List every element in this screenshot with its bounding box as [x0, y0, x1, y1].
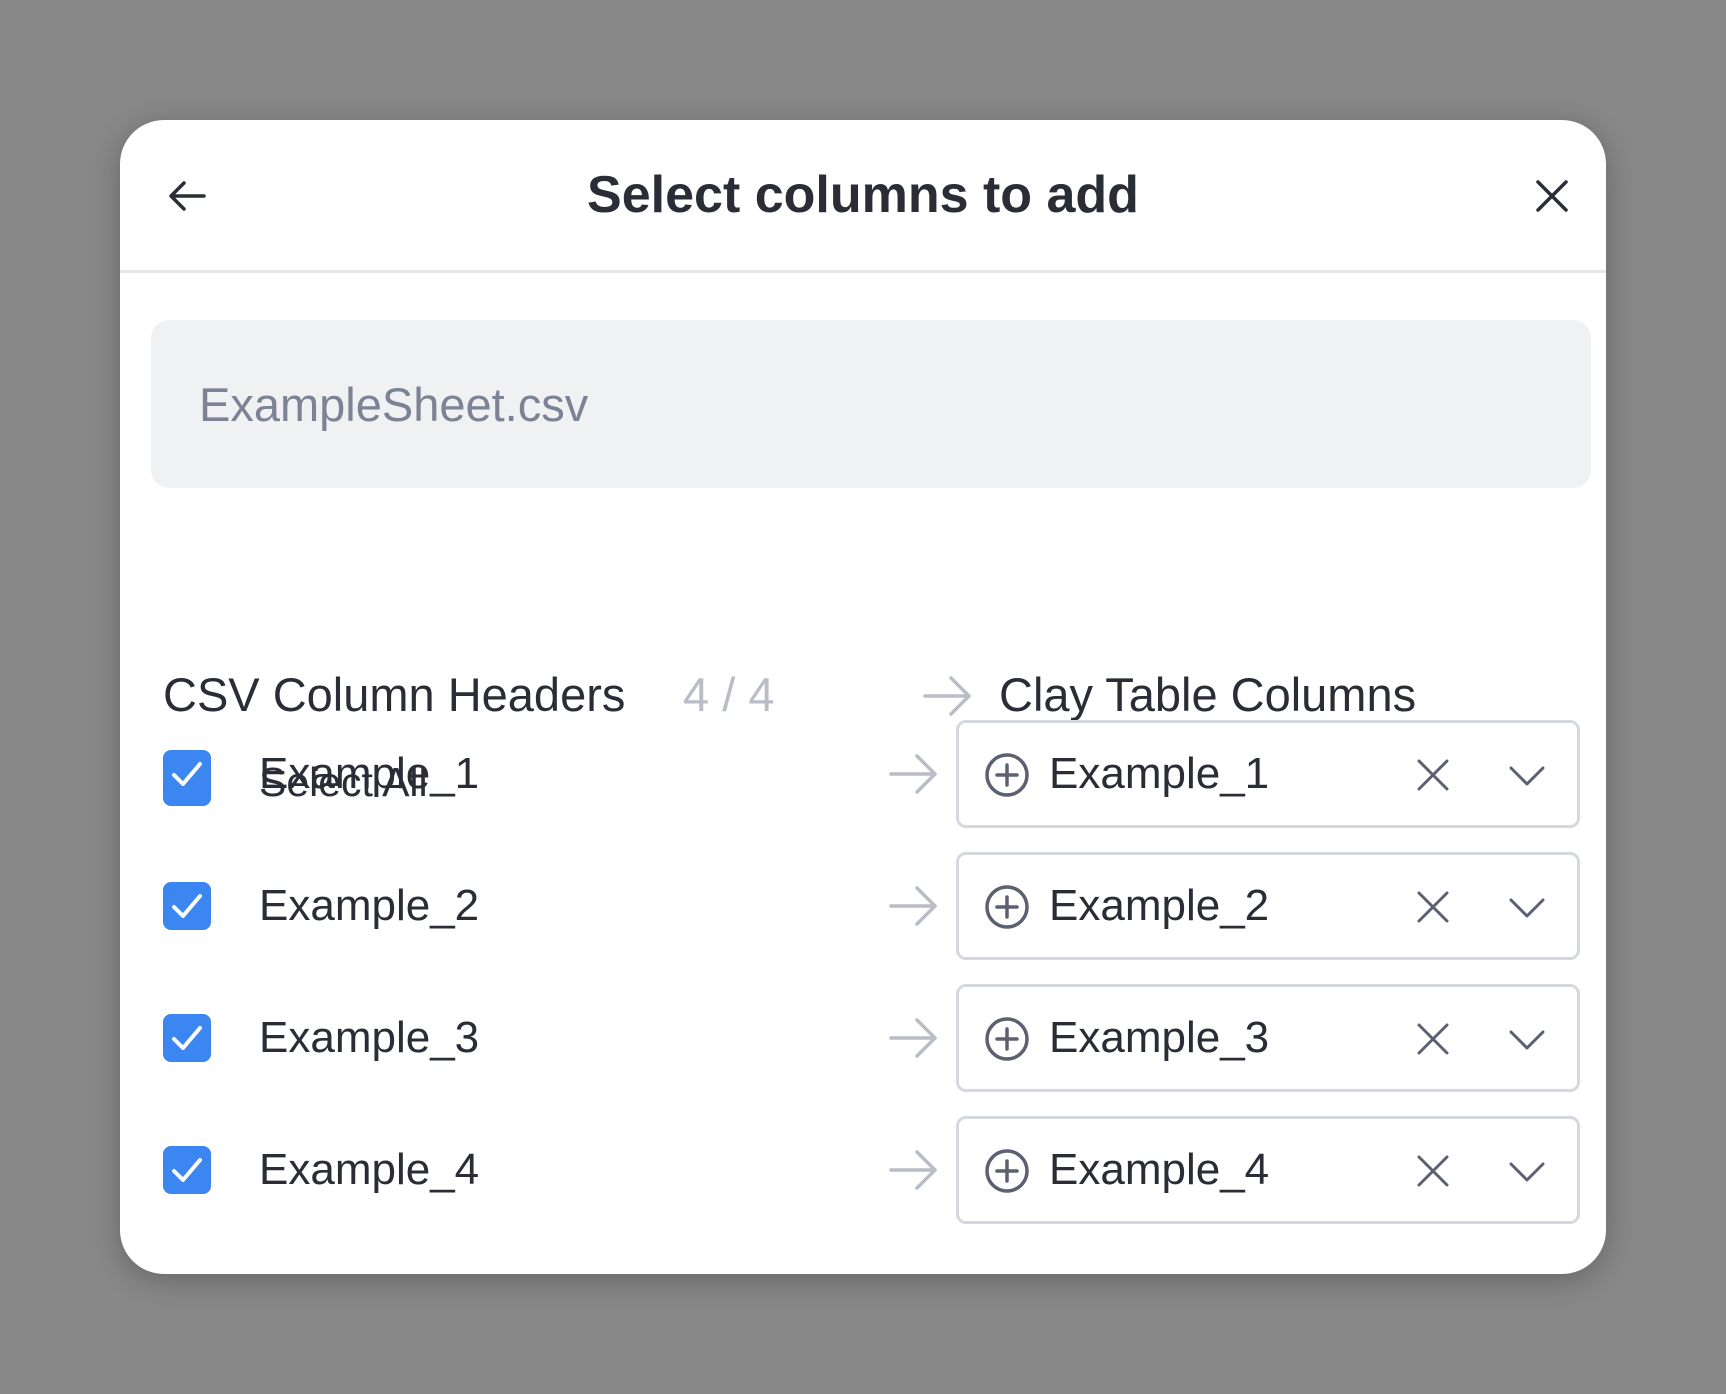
clear-icon[interactable] [1411, 1017, 1455, 1061]
clear-icon[interactable] [1411, 885, 1455, 929]
column-checkbox[interactable] [163, 1146, 211, 1194]
chevron-down-icon[interactable] [1505, 753, 1549, 797]
checkmark-icon [172, 1158, 202, 1182]
csv-column-name: Example_3 [259, 1013, 480, 1062]
select-columns-dialog: Select columns to add ExampleSheet.csv C… [120, 120, 1606, 1274]
mapping-row: Example_3 Example_3 [163, 984, 1583, 1092]
chevron-down-icon[interactable] [1505, 885, 1549, 929]
clear-icon[interactable] [1411, 1149, 1455, 1193]
clay-column-value: Example_3 [1049, 1013, 1270, 1062]
checkmark-icon [172, 762, 202, 786]
plus-circle-icon [985, 1017, 1029, 1061]
csv-column-name: Example_2 [259, 881, 480, 930]
file-name-box: ExampleSheet.csv [151, 320, 1591, 488]
clay-column-select[interactable]: Example_1 [956, 720, 1580, 828]
dialog-header: Select columns to add [120, 120, 1606, 273]
chevron-down-icon[interactable] [1505, 1149, 1549, 1193]
clay-column-value: Example_1 [1049, 749, 1270, 798]
close-icon [1536, 180, 1568, 212]
clear-icon[interactable] [1411, 753, 1455, 797]
arrow-right-icon [889, 1150, 937, 1190]
checkmark-icon [172, 894, 202, 918]
plus-circle-icon [985, 753, 1029, 797]
mapping-row: Example_2 Example_2 [163, 852, 1583, 960]
csv-column-name: Example_1 [259, 749, 480, 798]
plus-circle-icon [985, 885, 1029, 929]
csv-column-name: Example_4 [259, 1145, 480, 1194]
clay-column-value: Example_2 [1049, 881, 1270, 930]
arrow-right-icon [889, 1018, 937, 1058]
clay-column-select[interactable]: Example_4 [956, 1116, 1580, 1224]
close-button[interactable] [1524, 168, 1580, 224]
chevron-down-icon[interactable] [1505, 1017, 1549, 1061]
clay-column-value: Example_4 [1049, 1145, 1270, 1194]
clay-column-select[interactable]: Example_3 [956, 984, 1580, 1092]
column-checkbox[interactable] [163, 882, 211, 930]
plus-circle-icon [985, 1149, 1029, 1193]
column-checkbox[interactable] [163, 750, 211, 798]
file-name: ExampleSheet.csv [199, 377, 589, 431]
mapping-row: Example_4 Example_4 [163, 1116, 1583, 1224]
mapping-row: Example_1 Example_1 [163, 720, 1583, 828]
arrow-right-icon [889, 754, 937, 794]
checkmark-icon [172, 1026, 202, 1050]
dialog-title: Select columns to add [587, 166, 1139, 224]
clay-column-select[interactable]: Example_2 [956, 852, 1580, 960]
arrow-right-icon [923, 676, 971, 716]
column-checkbox[interactable] [163, 1014, 211, 1062]
arrow-right-icon [889, 886, 937, 926]
